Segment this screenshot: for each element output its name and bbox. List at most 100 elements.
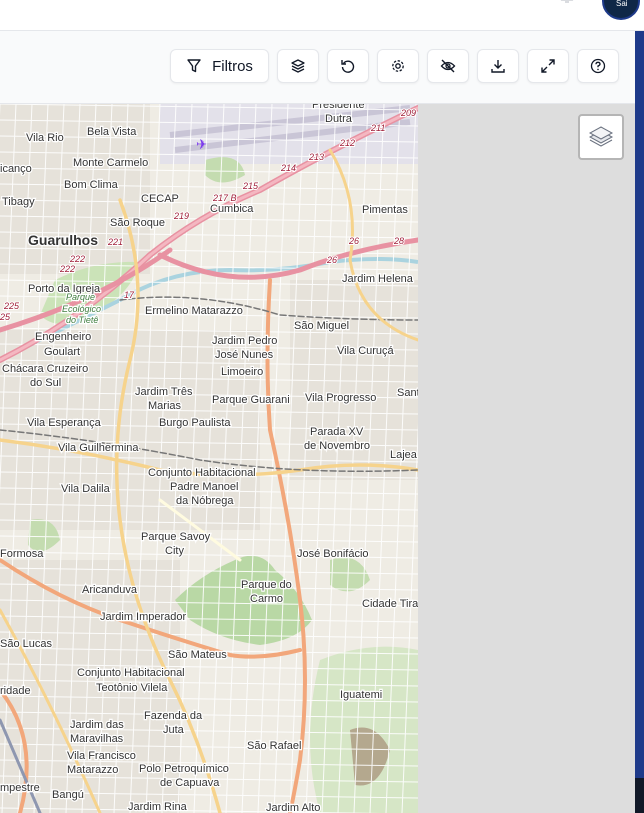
- map-place-label: Jardim Rina: [128, 801, 188, 813]
- road-number-label: 215: [242, 181, 259, 191]
- expand-button[interactable]: [527, 49, 569, 83]
- reset-button[interactable]: [327, 49, 369, 83]
- map-view[interactable]: ✈ Presidente Dutra Vila Rio Bela Vista M…: [0, 104, 418, 813]
- map-place-label: Cumbica: [210, 203, 254, 215]
- download-icon: [491, 60, 505, 73]
- road-number-label: 26: [348, 236, 359, 246]
- map-place-label: Chácara Cruzeiro: [2, 363, 88, 375]
- road-number-label: 219: [173, 211, 189, 221]
- map-place-label: Matarazzo: [67, 764, 118, 776]
- map-canvas[interactable]: ✈ PresidenteDutraVila Rio Bela VistaMont…: [0, 104, 418, 813]
- map-place-label: Engenheiro: [35, 331, 91, 343]
- road-number-label: 217 B: [212, 193, 237, 203]
- map-place-label: Marias: [148, 400, 182, 412]
- filter-icon: [187, 59, 201, 73]
- road-number-label: 26: [326, 255, 337, 265]
- map-place-label: Jardim Alto: [266, 802, 320, 813]
- map-place-label: Bangú: [52, 789, 84, 801]
- top-header: Sai: [0, 0, 644, 31]
- map-place-label: São Mateus: [168, 649, 227, 661]
- map-place-label: Ecológico: [62, 304, 101, 314]
- avatar[interactable]: Sai: [602, 0, 640, 20]
- map-place-label: Presidente: [312, 104, 365, 111]
- map-place-label: Maravilhas: [70, 733, 124, 745]
- map-place-label: Vila Curuçá: [337, 345, 395, 357]
- download-button[interactable]: [477, 49, 519, 83]
- layers-icon: [291, 59, 305, 73]
- avatar-text: Sai: [616, 0, 628, 8]
- map-place-label: Goulart: [44, 346, 80, 358]
- map-place-label: São Miguel: [294, 320, 349, 332]
- road-number-label: 213: [308, 152, 324, 162]
- map-place-label: Sant: [397, 387, 418, 399]
- bell-icon[interactable]: [560, 0, 574, 6]
- road-number-label: 221: [107, 237, 123, 247]
- map-place-label: Conjunto Habitacional: [148, 467, 256, 479]
- road-number-label: 25: [0, 312, 11, 322]
- help-button[interactable]: [577, 49, 619, 83]
- map-place-label: Jardim das: [70, 719, 124, 731]
- map-place-label: de Novembro: [304, 440, 370, 452]
- map-place-label: do Sul: [30, 377, 61, 389]
- map-place-label: Carmo: [250, 593, 283, 605]
- map-place-label: Teotônio Vilela: [96, 682, 168, 694]
- map-place-label: Jardim Imperador: [100, 611, 187, 623]
- map-place-label: Formosa: [0, 548, 44, 560]
- map-place-label: Bom Clima: [64, 179, 119, 191]
- hide-icon: [440, 59, 456, 73]
- map-place-label: Conjunto Habitacional: [77, 667, 185, 679]
- map-place-label: CECAP: [141, 193, 179, 205]
- map-place-label: Parque Guarani: [212, 394, 290, 406]
- map-place-label: ridade: [0, 685, 31, 697]
- right-edge-footer: [635, 778, 644, 813]
- road-number-label: 212: [339, 138, 355, 148]
- map-place-label: São Roque: [110, 217, 165, 229]
- map-place-label: Vila Guilhermina: [58, 442, 139, 454]
- road-number-label: 222: [69, 254, 85, 264]
- map-place-label: Vila Rio: [26, 132, 64, 144]
- road-number-label: 222: [59, 264, 75, 274]
- map-place-label: City: [165, 545, 184, 557]
- layers-button[interactable]: [277, 49, 319, 83]
- map-place-label: Aricanduva: [82, 584, 138, 596]
- map-place-label: Lajea: [390, 449, 418, 461]
- map-place-label: São Rafael: [247, 740, 301, 752]
- filters-button[interactable]: Filtros: [170, 49, 269, 83]
- map-place-label: Parque Savoy: [141, 531, 211, 543]
- settings-button[interactable]: [377, 49, 419, 83]
- help-icon: [590, 58, 606, 74]
- map-place-label: Parque do: [241, 579, 292, 591]
- map-place-label: Padre Manoel: [170, 481, 239, 493]
- road-number-label: 17: [124, 290, 135, 300]
- hide-button[interactable]: [427, 49, 469, 83]
- road-number-label: 214: [280, 163, 296, 173]
- right-edge-strip: [635, 31, 644, 813]
- map-place-label: Vila Dalila: [61, 483, 111, 495]
- map-place-label: mpestre: [0, 782, 40, 794]
- road-number-label: 211: [370, 123, 385, 133]
- map-layer-control[interactable]: [578, 114, 624, 160]
- map-place-label: Parque: [66, 292, 95, 302]
- map-place-label: icanço: [0, 163, 32, 175]
- road-number-label: 28: [393, 236, 404, 246]
- map-place-label: Dutra: [325, 113, 353, 125]
- map-place-label: Pimentas: [362, 204, 408, 216]
- map-place-label: Jardim Três: [135, 386, 193, 398]
- map-place-label: Ermelino Matarazzo: [145, 305, 243, 317]
- map-place-label: Parada XV: [310, 426, 364, 438]
- map-place-label: de Capuava: [160, 777, 220, 789]
- map-place-label: Limoeiro: [221, 366, 263, 378]
- map-place-label: Jardim Helena: [342, 273, 414, 285]
- map-place-label: Tibagy: [2, 196, 35, 208]
- road-number-label: 209: [400, 108, 416, 118]
- map-place-label: Juta: [163, 724, 185, 736]
- filters-label: Filtros: [212, 57, 253, 75]
- map-place-label: Guarulhos: [28, 232, 98, 248]
- road-number-label: 225: [3, 301, 20, 311]
- map-place-label: da Nóbrega: [176, 495, 234, 507]
- map-place-label: São Lucas: [0, 638, 52, 650]
- map-empty-area: [418, 104, 635, 813]
- map-place-label: José Bonifácio: [297, 548, 369, 560]
- layers-stack-icon: [588, 126, 614, 147]
- map-place-label: José Nunes: [215, 349, 274, 361]
